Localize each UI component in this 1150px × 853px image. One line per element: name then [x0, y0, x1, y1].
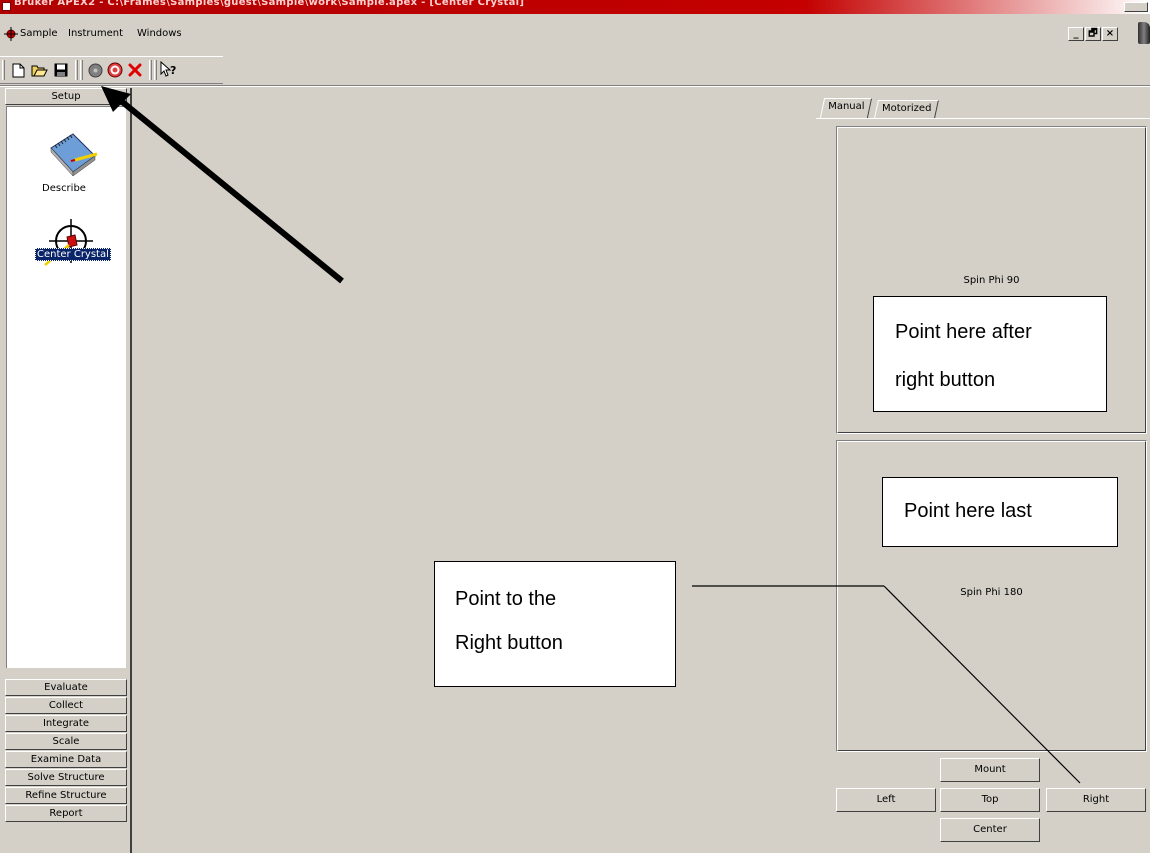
- save-icon[interactable]: [52, 61, 70, 79]
- delete-icon[interactable]: [126, 61, 144, 79]
- crosshair-icon: [4, 27, 18, 41]
- tab-manual-label: Manual: [828, 101, 865, 112]
- center-crystal-label[interactable]: Center Crystal: [35, 248, 111, 261]
- callout-right-button-line-1: Point to the: [455, 588, 557, 610]
- center-crystal-panel: Manual Motorized Spin Phi 90 Spin Phi 18…: [816, 96, 1150, 853]
- title-bar-buttons[interactable]: [1124, 2, 1148, 12]
- spin-phi-180-label: Spin Phi 180: [960, 587, 1023, 598]
- sidebar-evaluate-button[interactable]: Evaluate: [5, 679, 127, 696]
- context-help-icon[interactable]: ?: [160, 61, 178, 79]
- callout-right-button-line-2: Right button: [455, 632, 563, 654]
- notepad-icon[interactable]: [45, 130, 99, 182]
- menu-windows[interactable]: Windows: [137, 28, 182, 39]
- mount-button[interactable]: Mount: [940, 758, 1040, 782]
- callout-right-button: Point to the Right button: [434, 561, 676, 687]
- setup-panel: Describe: [6, 106, 126, 668]
- app-logo: [1138, 22, 1150, 44]
- sidebar-setup-button[interactable]: Setup: [5, 88, 127, 105]
- sidebar-scale-button[interactable]: Scale: [5, 733, 127, 750]
- svg-text:?: ?: [170, 64, 176, 77]
- menu-instrument[interactable]: Instrument: [68, 28, 123, 39]
- tab-body-border: [816, 118, 1150, 119]
- target-icon[interactable]: [106, 61, 124, 79]
- toolbar: ?: [0, 56, 223, 84]
- toolbar-grip[interactable]: [75, 60, 78, 80]
- minimize-button[interactable]: _: [1068, 27, 1084, 41]
- right-button[interactable]: Right: [1046, 788, 1146, 812]
- toolbar-grip[interactable]: [80, 60, 83, 80]
- describe-label[interactable]: Describe: [42, 183, 86, 194]
- app-icon: [2, 2, 11, 11]
- toolbar-grip[interactable]: [149, 60, 152, 80]
- top-button[interactable]: Top: [940, 788, 1040, 812]
- toolbar-grip[interactable]: [154, 60, 157, 80]
- sidebar: Setup Describe Center Crystal Evaluate C…: [0, 88, 132, 853]
- restore-button[interactable]: 🗗: [1085, 27, 1101, 41]
- open-folder-icon[interactable]: [30, 61, 48, 79]
- tab-motorized-label: Motorized: [882, 103, 932, 114]
- callout-last: Point here last: [882, 477, 1118, 547]
- toolbar-separator: [0, 85, 1150, 87]
- sidebar-integrate-button[interactable]: Integrate: [5, 715, 127, 732]
- close-button[interactable]: ×: [1102, 27, 1118, 41]
- menu-bar: Sample Instrument Windows: [0, 22, 1150, 46]
- callout-last-text: Point here last: [904, 500, 1032, 522]
- callout-after-right: Point here after right button: [873, 296, 1107, 412]
- tab-manual[interactable]: Manual: [819, 98, 873, 118]
- pointer-arrow-shaft: [118, 97, 344, 284]
- sidebar-report-button[interactable]: Report: [5, 805, 127, 822]
- sidebar-solve-structure-button[interactable]: Solve Structure: [5, 769, 127, 786]
- disc-icon[interactable]: [86, 61, 104, 79]
- toolbar-grip[interactable]: [2, 60, 5, 80]
- center-crystal-icon[interactable]: [41, 219, 95, 271]
- tab-motorized[interactable]: Motorized: [874, 100, 940, 118]
- center-button[interactable]: Center: [940, 818, 1040, 842]
- callout-after-right-line-1: Point here after: [895, 321, 1032, 343]
- sidebar-collect-button[interactable]: Collect: [5, 697, 127, 714]
- sidebar-refine-structure-button[interactable]: Refine Structure: [5, 787, 127, 804]
- menu-sample[interactable]: Sample: [20, 28, 58, 39]
- callout-after-right-line-2: right button: [895, 369, 996, 391]
- title-bar: Bruker APEX2 - C:\Frames\Samples\guest\S…: [0, 0, 1150, 14]
- window-title: Bruker APEX2 - C:\Frames\Samples\guest\S…: [14, 0, 525, 8]
- mdi-window-controls: _ 🗗 ×: [1068, 27, 1118, 41]
- spin-phi-90-label: Spin Phi 90: [963, 275, 1020, 286]
- new-file-icon[interactable]: [9, 61, 27, 79]
- left-button[interactable]: Left: [836, 788, 936, 812]
- sidebar-examine-data-button[interactable]: Examine Data: [5, 751, 127, 768]
